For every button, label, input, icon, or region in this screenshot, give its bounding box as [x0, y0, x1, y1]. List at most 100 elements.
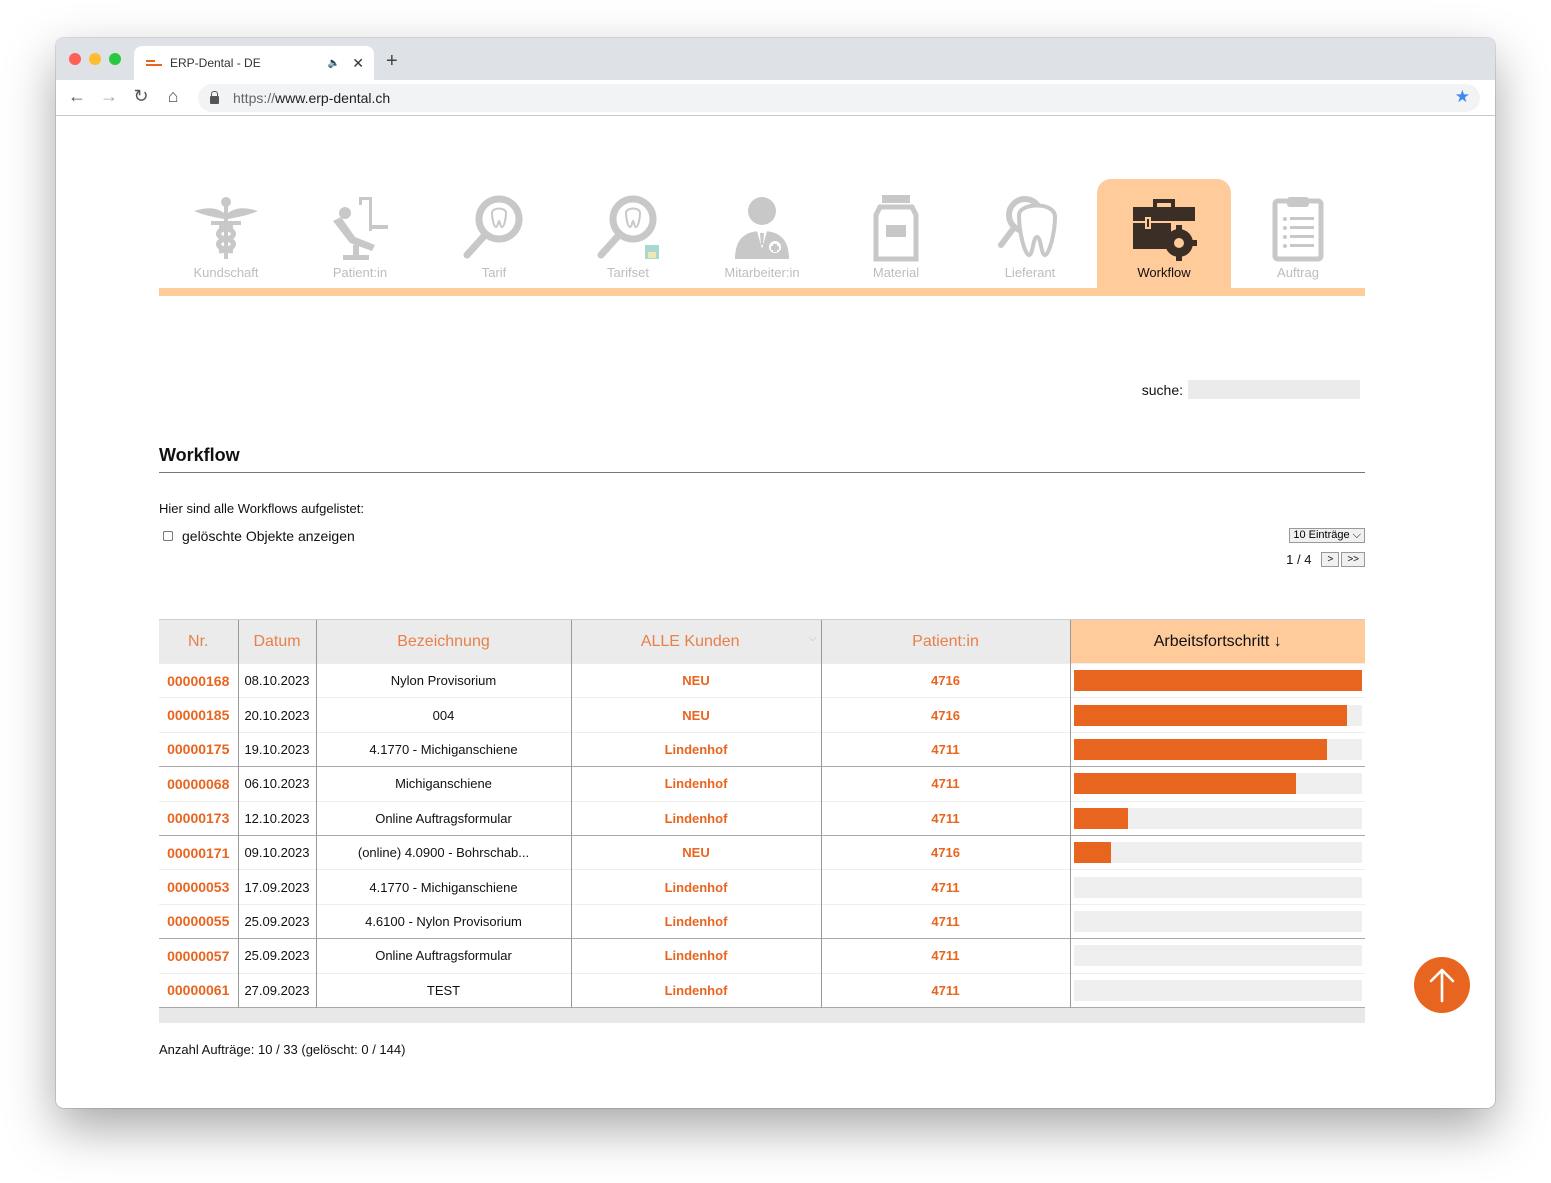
nav-baseline — [159, 288, 1365, 296]
table-row[interactable]: 00000171 09.10.2023 (online) 4.0900 - Bohr… — [159, 834, 1365, 870]
column-header-bezeichnung[interactable]: Bezeichnung — [315, 619, 571, 664]
cell-patient[interactable]: 4711 — [820, 938, 1070, 974]
nav-item-mitarbeiter[interactable]: Mitarbeiter:in — [695, 179, 829, 289]
forward-icon[interactable]: → — [98, 86, 120, 107]
progress-fill — [1073, 738, 1328, 760]
cell-kunde[interactable]: Lindenhof — [570, 869, 821, 905]
column-header-patient[interactable]: Patient:in — [820, 619, 1070, 664]
column-header-nr[interactable]: Nr. — [159, 619, 238, 664]
cell-nr[interactable]: 00000173 — [159, 800, 238, 836]
cell-patient[interactable]: 4711 — [820, 869, 1070, 905]
cell-progress — [1069, 766, 1365, 802]
cell-kunde[interactable]: Lindenhof — [570, 766, 821, 802]
column-header-kunden-filter[interactable]: ALLE Kunden ⌵ — [570, 619, 821, 664]
table-row[interactable]: 00000055 25.09.2023 4.6100 - Nylon Proviso… — [159, 903, 1365, 939]
table-row[interactable]: 00000168 08.10.2023 Nylon Provisorium NEU 47… — [159, 662, 1365, 698]
nav-item-tarifset[interactable]: Tarifset — [561, 179, 695, 289]
cell-nr[interactable]: 00000168 — [159, 662, 238, 698]
cell-progress — [1069, 903, 1365, 939]
reload-icon[interactable]: ↻ — [130, 86, 152, 107]
nav-label: Patient:in — [332, 265, 388, 280]
dental-chair-icon — [333, 197, 388, 260]
progress-track — [1073, 773, 1362, 795]
cell-nr[interactable]: 00000055 — [159, 903, 238, 939]
cell-kunde[interactable]: Lindenhof — [570, 800, 821, 836]
pagination: 1 / 4 > >> — [1286, 552, 1365, 567]
column-header-fortschritt[interactable]: Arbeitsfortschritt ↓ — [1069, 619, 1365, 664]
scroll-to-top-button[interactable] — [1414, 957, 1470, 1013]
home-icon[interactable]: ⌂ — [162, 86, 184, 107]
cell-patient[interactable]: 4711 — [820, 731, 1070, 767]
table-row[interactable]: 00000175 19.10.2023 4.1770 - Michiganschie… — [159, 731, 1365, 767]
cell-nr[interactable]: 00000068 — [159, 766, 238, 802]
close-tab-icon[interactable]: ✕ — [352, 55, 364, 72]
arrow-up-icon — [1429, 968, 1455, 1003]
table-footer-cell — [159, 1006, 1365, 1024]
cell-patient[interactable]: 4716 — [820, 834, 1070, 870]
nav-item-material[interactable]: Material — [829, 179, 963, 289]
nav-item-kundschaft[interactable]: Kundschaft — [159, 179, 293, 289]
bookmark-star-icon[interactable]: ★ — [1455, 87, 1470, 107]
cell-kunde[interactable]: NEU — [570, 834, 821, 870]
progress-fill — [1073, 670, 1362, 692]
table-row[interactable]: 00000068 06.10.2023 Michiganschiene Lindenh… — [159, 766, 1365, 802]
workflow-section: Workflow Hier sind alle Workflows aufgel… — [159, 442, 1365, 567]
nav-label: Kundschaft — [193, 265, 259, 280]
last-page-button[interactable]: >> — [1341, 552, 1365, 567]
cell-kunde[interactable]: Lindenhof — [570, 972, 821, 1008]
cell-kunde[interactable]: NEU — [570, 662, 821, 698]
cell-kunde[interactable]: Lindenhof — [570, 903, 821, 939]
progress-fill — [1073, 807, 1129, 829]
cell-kunde[interactable]: NEU — [570, 697, 821, 733]
show-deleted-checkbox[interactable] — [163, 531, 173, 541]
table-row[interactable]: 00000053 17.09.2023 4.1770 - Michiganschie… — [159, 869, 1365, 905]
back-icon[interactable]: ← — [66, 86, 88, 107]
minimize-window-button[interactable] — [89, 53, 101, 65]
progress-fill — [1073, 704, 1348, 726]
new-tab-button[interactable]: + — [386, 50, 398, 73]
table-row[interactable]: 00000057 25.09.2023 Online Auftragsformula… — [159, 938, 1365, 974]
nav-item-patient[interactable]: Patient:in — [293, 179, 427, 289]
cell-nr[interactable]: 00000061 — [159, 972, 238, 1008]
cell-patient[interactable]: 4716 — [820, 662, 1070, 698]
nav-item-lieferant[interactable]: Lieferant — [963, 179, 1097, 289]
entries-per-page-select[interactable]: 10 Einträge ⌵ — [1289, 528, 1365, 543]
nav-label: Tarifset — [607, 265, 649, 280]
caduceus-icon — [194, 197, 258, 259]
cell-nr[interactable]: 00000053 — [159, 869, 238, 905]
speaker-icon[interactable]: 🔈 — [328, 58, 340, 69]
cell-nr[interactable]: 00000175 — [159, 731, 238, 767]
cell-bezeichnung: TEST — [315, 972, 571, 1008]
cell-progress — [1069, 834, 1365, 870]
next-page-button[interactable]: > — [1321, 552, 1340, 567]
address-bar[interactable]: https:// www.erp-dental.ch ★ — [198, 84, 1480, 112]
cell-nr[interactable]: 00000057 — [159, 938, 238, 974]
cell-bezeichnung: Michiganschiene — [315, 766, 571, 802]
cell-bezeichnung: 4.6100 - Nylon Provisorium — [315, 903, 571, 939]
cell-nr[interactable]: 00000185 — [159, 697, 238, 733]
table-row[interactable]: 00000061 27.09.2023 TEST Lindenhof 4711 — [159, 972, 1365, 1008]
cell-kunde[interactable]: Lindenhof — [570, 938, 821, 974]
nav-label: Mitarbeiter:in — [724, 265, 800, 280]
cell-patient[interactable]: 4711 — [820, 972, 1070, 1008]
cell-patient[interactable]: 4711 — [820, 766, 1070, 802]
cell-patient[interactable]: 4711 — [820, 903, 1070, 939]
close-window-button[interactable] — [69, 53, 81, 65]
cell-kunde[interactable]: Lindenhof — [570, 731, 821, 767]
table-row[interactable]: 00000173 12.10.2023 Online Auftragsformula… — [159, 800, 1365, 836]
nav-item-auftrag[interactable]: Auftrag — [1231, 179, 1365, 289]
cell-nr[interactable]: 00000171 — [159, 834, 238, 870]
table-row[interactable]: 00000185 20.10.2023 004 NEU 4716 — [159, 697, 1365, 733]
cell-patient[interactable]: 4716 — [820, 697, 1070, 733]
cell-datum: 17.09.2023 — [237, 869, 316, 905]
progress-track — [1073, 945, 1362, 967]
cell-datum: 09.10.2023 — [237, 834, 316, 870]
nav-item-workflow[interactable]: Workflow — [1097, 179, 1231, 289]
search-input[interactable] — [1188, 380, 1360, 399]
browser-tab[interactable]: ERP-Dental - DE 🔈 ✕ — [134, 46, 374, 80]
cell-patient[interactable]: 4711 — [820, 800, 1070, 836]
column-header-datum[interactable]: Datum — [237, 619, 316, 664]
show-deleted-label[interactable]: gelöschte Objekte anzeigen — [182, 528, 355, 544]
maximize-window-button[interactable] — [109, 53, 121, 65]
nav-item-tarif[interactable]: Tarif — [427, 179, 561, 289]
